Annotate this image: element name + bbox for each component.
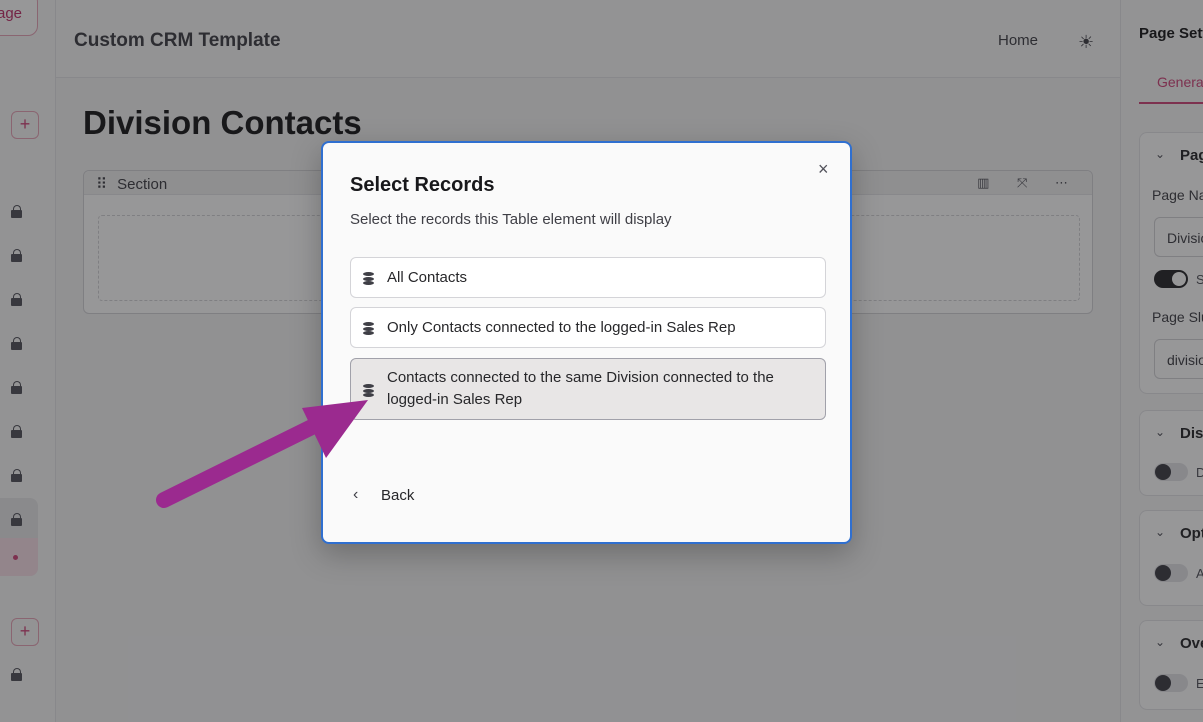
dialog-title: Select Records [350, 174, 495, 196]
database-icon [363, 384, 374, 397]
option-label: Contacts connected to the same Division … [387, 369, 774, 408]
dialog-description: Select the records this Table element wi… [350, 211, 672, 228]
back-label: Back [381, 487, 415, 504]
database-icon [363, 272, 374, 285]
select-records-dialog: × Select Records Select the records this… [321, 141, 852, 544]
close-icon[interactable]: × [818, 159, 829, 180]
option-label: All Contacts [387, 269, 468, 286]
database-icon [363, 322, 374, 335]
option-all-contacts[interactable]: All Contacts [350, 257, 826, 298]
option-sales-rep-contacts[interactable]: Only Contacts connected to the logged-in… [350, 307, 826, 348]
option-label: Only Contacts connected to the logged-in… [387, 319, 736, 336]
option-division-contacts[interactable]: Contacts connected to the same Division … [350, 358, 826, 420]
chevron-left-icon: ‹ [353, 486, 359, 503]
